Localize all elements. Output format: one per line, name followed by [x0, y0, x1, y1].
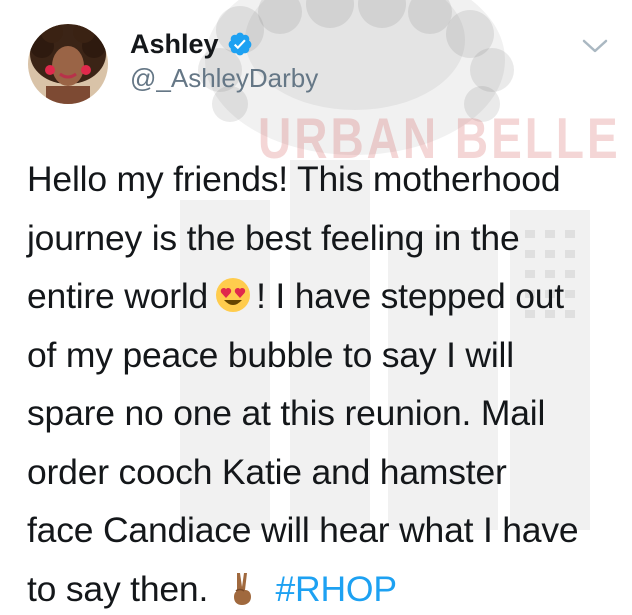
avatar[interactable] [28, 24, 108, 104]
author-name-row[interactable]: Ashley [130, 28, 253, 60]
victory-hand-emoji-icon [224, 566, 262, 605]
tweet-line: face Candiace will hear what I have [27, 510, 579, 550]
tweet-line-part: ! I have stepped out [256, 276, 564, 316]
hashtag-link[interactable]: #RHOP [275, 569, 397, 609]
verified-badge-icon [227, 31, 253, 57]
avatar-image [28, 24, 108, 104]
tweet-line: Hello my friends! This motherhood [27, 159, 561, 199]
tweet-card: URBAN BELLE Ashley @_AshleyDarby Hello m… [0, 0, 632, 615]
tweet-line: journey is the best feeling in the [27, 217, 520, 258]
heart-eyes-emoji-icon [214, 273, 252, 312]
tweet-text: Hello my friends! This motherhood journe… [27, 150, 617, 615]
tweet-line-part: to say then. [27, 568, 209, 609]
tweet-line-part: entire world [27, 276, 209, 316]
chevron-down-icon[interactable] [580, 36, 610, 56]
tweet-line-with-emoji: entire world ! I have stepped out [27, 267, 617, 326]
tweet-line: order cooch Katie and hamster [27, 451, 507, 492]
author-handle[interactable]: @_AshleyDarby [130, 63, 318, 93]
tweet-line-with-hashtag: to say then. #RHOP [27, 560, 617, 615]
tweet-line: of my peace bubble to say I will [27, 334, 514, 375]
display-name[interactable]: Ashley [130, 28, 219, 60]
tweet-line: spare no one at this reunion. Mail [27, 393, 546, 433]
